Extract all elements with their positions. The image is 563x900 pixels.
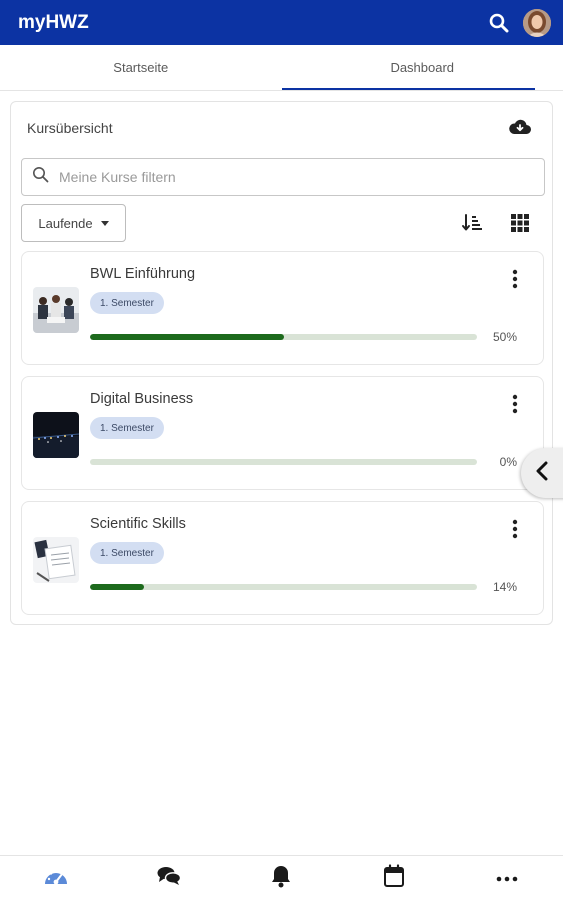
chat-icon	[156, 865, 182, 892]
semester-badge: 1. Semester	[90, 542, 164, 564]
bottom-navigation	[0, 855, 563, 900]
progress-bar	[90, 334, 477, 340]
course-thumbnail	[33, 287, 79, 333]
search-icon	[32, 166, 49, 188]
course-overview-card: Kursübersicht Laufende	[10, 101, 553, 625]
tab-bar: Startseite Dashboard	[0, 45, 563, 91]
search-icon[interactable]	[485, 9, 513, 37]
kebab-menu-icon[interactable]	[505, 266, 525, 292]
course-filter-search	[21, 158, 545, 196]
progress-bar	[90, 584, 477, 590]
side-drawer-toggle[interactable]	[521, 448, 563, 498]
course-card[interactable]: Digital Business 1. Semester 0%	[21, 376, 544, 490]
calendar-icon	[383, 863, 405, 893]
app-bar: myHWZ	[0, 0, 563, 45]
status-filter-label: Laufende	[38, 215, 93, 231]
caret-down-icon	[100, 220, 109, 226]
nav-messages[interactable]	[113, 856, 226, 900]
app-title: myHWZ	[18, 11, 89, 33]
course-card[interactable]: BWL Einführung 1. Semester 50%	[21, 251, 544, 365]
course-thumbnail	[33, 537, 79, 583]
more-icon	[496, 869, 518, 887]
nav-more[interactable]	[450, 856, 563, 900]
progress-percent: 14%	[492, 580, 517, 594]
grid-view-icon[interactable]	[509, 212, 531, 234]
course-title: Digital Business	[90, 391, 194, 407]
course-thumbnail	[33, 412, 79, 458]
course-title: BWL Einführung	[90, 266, 196, 282]
progress-percent: 50%	[492, 330, 517, 344]
semester-badge: 1. Semester	[90, 292, 164, 314]
dashboard-icon	[43, 865, 69, 892]
avatar[interactable]	[523, 8, 551, 37]
semester-badge: 1. Semester	[90, 417, 164, 439]
course-card[interactable]: Scientific Skills 1. Semester 14%	[21, 501, 544, 615]
progress-fill	[90, 334, 284, 340]
cloud-download-icon[interactable]	[508, 116, 532, 138]
kebab-menu-icon[interactable]	[505, 391, 525, 417]
tab-startseite[interactable]: Startseite	[0, 45, 282, 90]
nav-calendar[interactable]	[338, 856, 451, 900]
bell-icon	[270, 864, 292, 893]
nav-dashboard[interactable]	[0, 856, 113, 900]
chevron-left-icon	[535, 461, 549, 486]
status-filter-dropdown[interactable]: Laufende	[21, 204, 126, 242]
tab-dashboard[interactable]: Dashboard	[281, 45, 563, 90]
sort-icon[interactable]	[461, 212, 483, 234]
progress-percent: 0%	[499, 455, 517, 469]
search-input[interactable]	[59, 169, 544, 185]
course-overview-title: Kursübersicht	[27, 120, 113, 136]
course-title: Scientific Skills	[90, 516, 186, 532]
progress-fill	[90, 584, 145, 590]
nav-notifications[interactable]	[225, 856, 338, 900]
progress-bar	[90, 459, 477, 465]
kebab-menu-icon[interactable]	[505, 516, 525, 542]
